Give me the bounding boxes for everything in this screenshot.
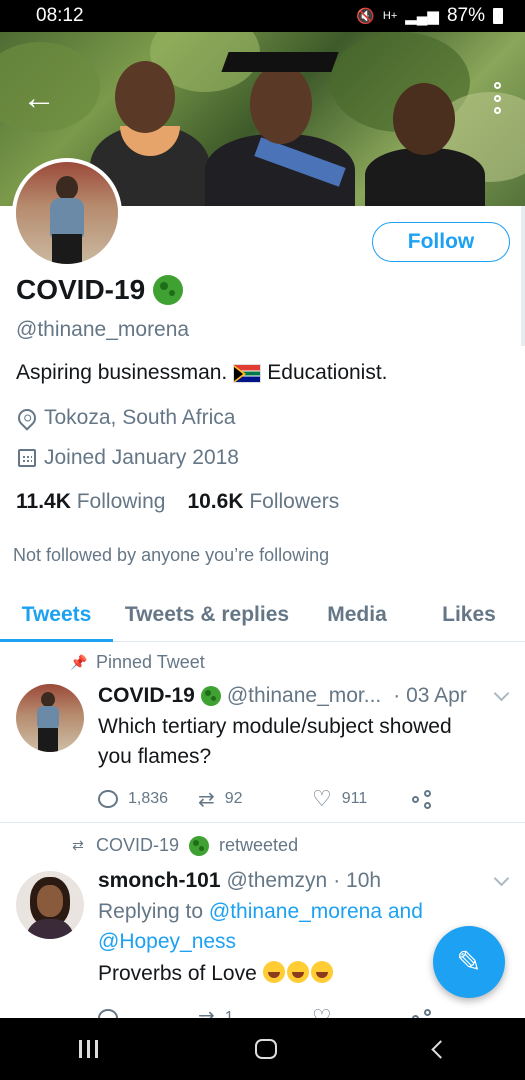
retweeter-name[interactable]: COVID-19: [96, 835, 179, 856]
tab-tweets[interactable]: Tweets: [0, 588, 113, 642]
display-name-text: COVID-19: [16, 274, 146, 305]
rofl-emoji-icon: [262, 961, 285, 983]
system-nav-bar: [0, 1018, 525, 1080]
mention-link[interactable]: @Hopey_ness: [98, 930, 236, 953]
scroll-indicator: [521, 206, 525, 346]
like-action[interactable]: ♡: [312, 1005, 412, 1018]
profile-handle: @thinane_morena: [16, 318, 190, 341]
pin-icon: 📌: [70, 654, 88, 670]
reply-action[interactable]: 1,836: [98, 790, 198, 808]
pinned-label: Pinned Tweet: [96, 652, 205, 672]
tweet-actions: ⇄ 1 ♡: [98, 1005, 434, 1018]
retweet-action[interactable]: ⇄ 92: [198, 787, 312, 812]
tweet-header: smonch-101 @themzyn · 10h: [98, 869, 381, 893]
battery-icon: [493, 8, 503, 24]
tweet-author-name[interactable]: COVID-19: [98, 684, 195, 708]
retweet-context: ⇄ COVID-19 retweeted: [70, 835, 298, 856]
profile-joined: Joined January 2018: [18, 446, 239, 470]
tweet-time: · 03 Apr: [393, 684, 467, 707]
rofl-emoji-icon: [310, 961, 333, 983]
tweet-header: COVID-19 @thinane_mor... · 03 Apr: [98, 684, 467, 708]
retweeted-label: retweeted: [219, 835, 299, 855]
tweet-actions: 1,836 ⇄ 92 ♡ 911: [98, 786, 434, 812]
share-icon: [412, 790, 434, 809]
calendar-icon: [18, 449, 36, 467]
tweet-author-handle[interactable]: @thinane_mor...: [227, 684, 381, 708]
bio-text-1: Aspiring businessman.: [16, 361, 228, 384]
reply-count: 1,836: [128, 790, 169, 807]
tab-media[interactable]: Media: [301, 588, 413, 641]
microbe-emoji-icon: [189, 835, 210, 856]
reply-icon: [98, 1009, 118, 1018]
bio-text-2: Educationist.: [267, 361, 388, 384]
joined-text: Joined January 2018: [44, 446, 239, 469]
not-followed-notice: Not followed by anyone you’re following: [13, 545, 330, 565]
share-icon: [412, 1009, 434, 1018]
chevron-down-icon[interactable]: [493, 685, 510, 702]
home-icon[interactable]: [254, 1039, 277, 1059]
location-text: Tokoza, South Africa: [44, 406, 236, 429]
follow-button[interactable]: Follow: [372, 222, 510, 262]
location-pin-icon: [14, 405, 40, 431]
more-options-icon[interactable]: [489, 82, 505, 114]
back-arrow-icon[interactable]: ←: [22, 81, 56, 115]
compose-feather-icon: ✎: [456, 945, 482, 979]
retweet-count: 1: [224, 1009, 234, 1018]
heart-icon: ♡: [312, 786, 332, 811]
profile-tabs: Tweets Tweets & replies Media Likes: [0, 588, 525, 642]
heart-icon: ♡: [312, 1005, 332, 1018]
signal-icon: ▂▄▆: [405, 8, 439, 25]
reply-action[interactable]: [98, 1009, 198, 1018]
profile-bio: Aspiring businessman. Educationist.: [16, 361, 388, 385]
profile-location: Tokoza, South Africa: [14, 405, 236, 431]
microbe-emoji-icon: [153, 275, 184, 305]
south-africa-flag-icon: [233, 363, 262, 383]
retweet-icon: ⇄: [198, 788, 215, 811]
share-action[interactable]: [412, 790, 434, 809]
profile-avatar[interactable]: [12, 158, 122, 268]
network-type: H+: [382, 10, 398, 22]
tweet-author-name[interactable]: smonch-101: [98, 869, 221, 893]
profile-stats: 11.4K Following 10.6K Followers: [16, 490, 339, 514]
retweet-icon: ⇄: [72, 837, 84, 853]
compose-tweet-button[interactable]: ✎: [433, 926, 505, 998]
chevron-down-icon[interactable]: [493, 870, 510, 887]
retweet-action[interactable]: ⇄ 1: [198, 1006, 312, 1019]
retweet-count: 92: [224, 790, 243, 807]
like-count: 911: [341, 790, 368, 807]
profile-display-name: COVID-19: [16, 274, 184, 306]
tweet-avatar[interactable]: [16, 871, 84, 939]
followers-stat[interactable]: 10.6K Followers: [187, 490, 339, 514]
tweet-author-handle[interactable]: @themzyn: [227, 869, 328, 893]
tweet-time: · 10h: [333, 869, 382, 892]
tweet-avatar[interactable]: [16, 684, 84, 752]
tab-tweets-replies[interactable]: Tweets & replies: [113, 588, 301, 641]
recent-apps-icon[interactable]: [78, 1040, 98, 1058]
rofl-emoji-icon: [286, 961, 309, 983]
back-nav-icon[interactable]: [430, 1039, 450, 1059]
microbe-emoji-icon: [200, 686, 221, 706]
banner-person-center: [205, 34, 355, 206]
mention-link[interactable]: @thinane_morena: [209, 900, 382, 923]
following-stat[interactable]: 11.4K Following: [16, 490, 165, 514]
share-action[interactable]: [412, 1009, 434, 1018]
pinned-context: 📌 Pinned Tweet: [70, 652, 205, 673]
battery-percent: 87%: [446, 5, 485, 26]
status-bar: 08:12 🔇 H+ ▂▄▆ 87%: [0, 0, 525, 32]
tweet-text: Which tertiary module/subject showed you…: [98, 715, 452, 768]
tweet-pinned[interactable]: 📌 Pinned Tweet COVID-19 @thinane_mor... …: [0, 642, 525, 822]
like-action[interactable]: ♡ 911: [312, 786, 412, 812]
status-time: 08:12: [36, 5, 84, 26]
banner-person-right: [365, 78, 485, 206]
tab-likes[interactable]: Likes: [413, 588, 525, 641]
reply-icon: [98, 790, 118, 808]
retweet-icon: ⇄: [198, 1006, 215, 1019]
mute-icon: 🔇: [356, 8, 375, 25]
